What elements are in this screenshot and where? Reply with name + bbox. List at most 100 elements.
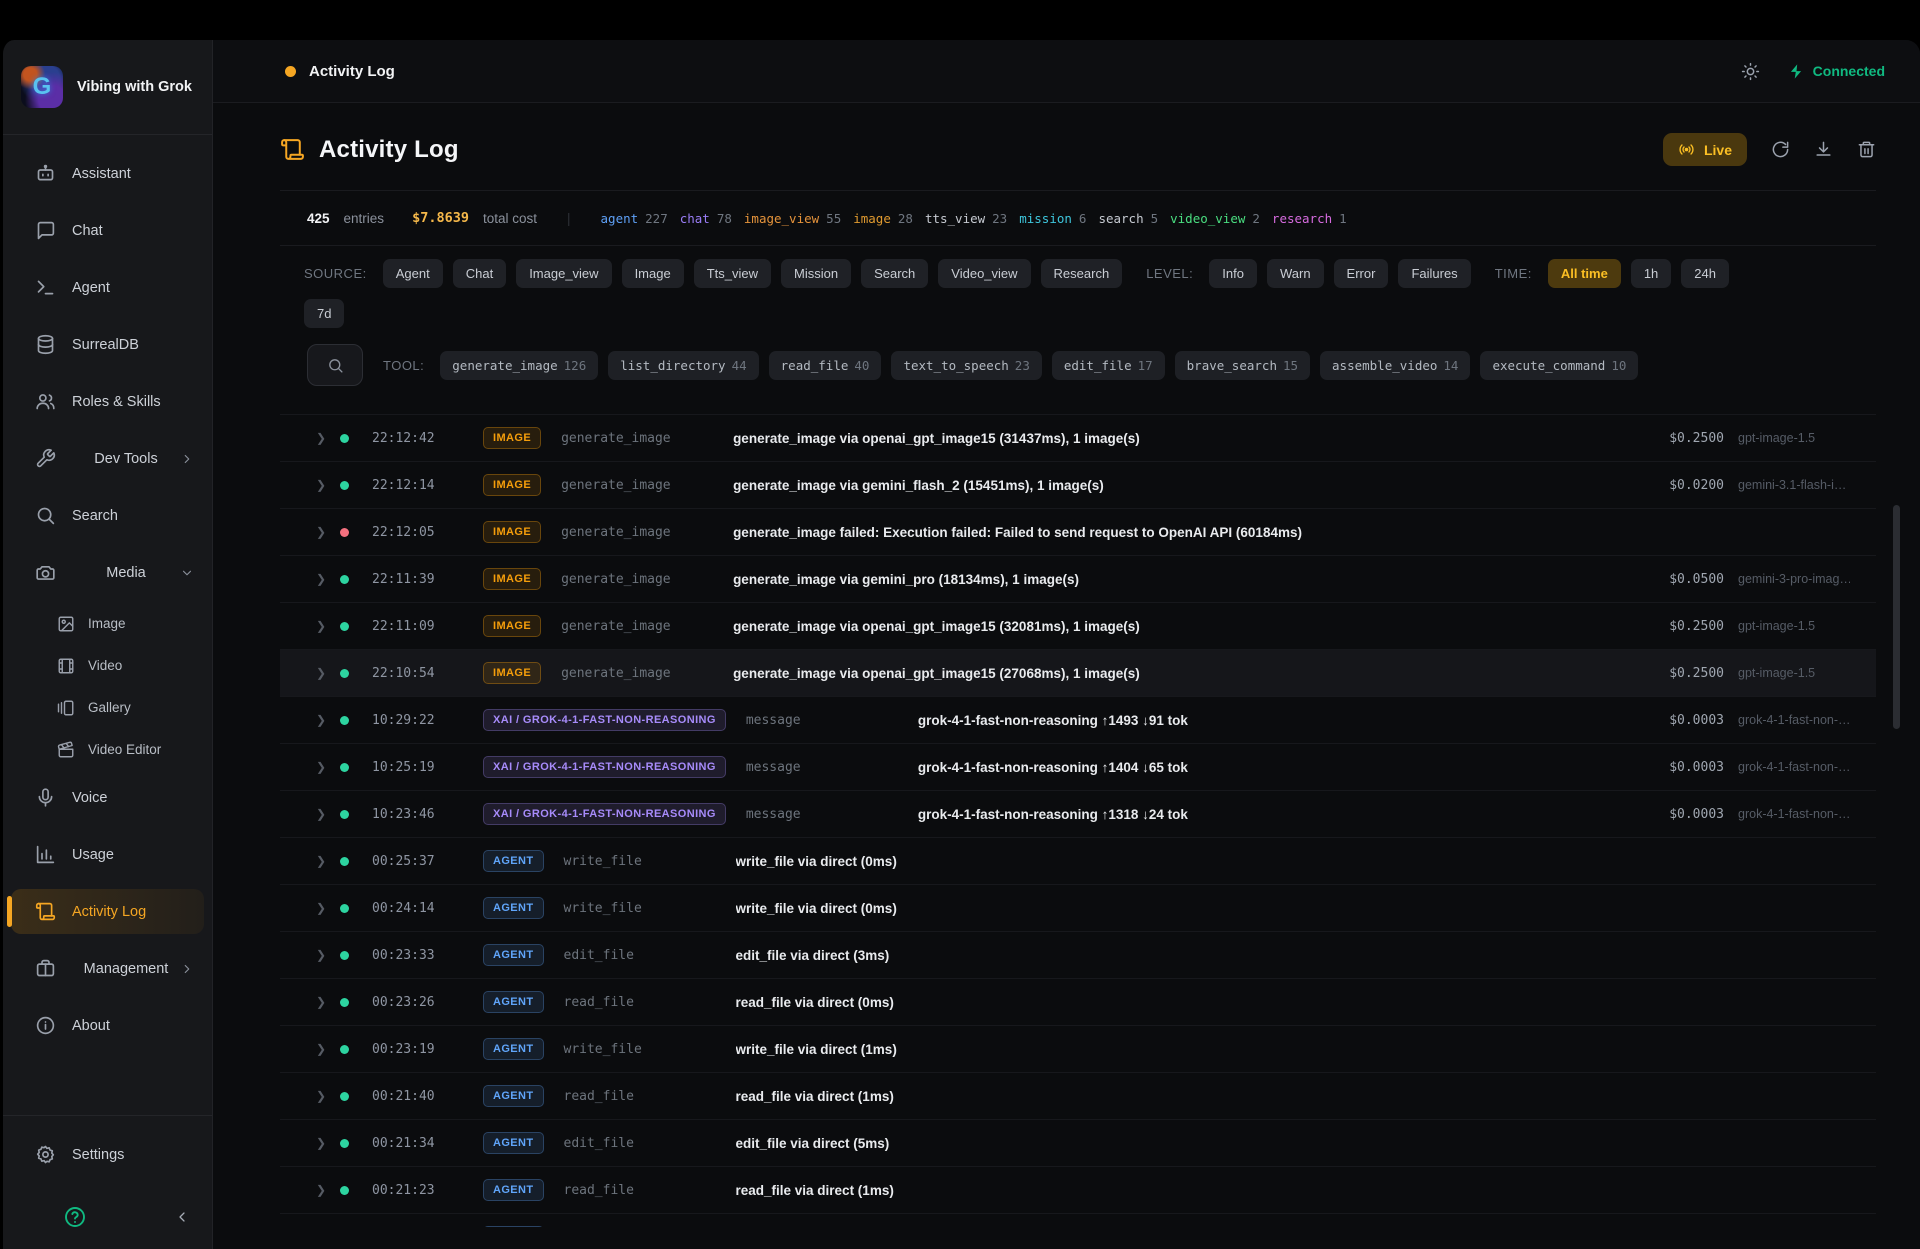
sidebar-item-activity-log[interactable]: Activity Log: [11, 889, 204, 934]
row-model: gpt-image-1.5: [1738, 431, 1850, 445]
sidebar-item-chat[interactable]: Chat: [11, 208, 204, 253]
expand-row-icon[interactable]: ❯: [316, 713, 340, 727]
time-chip-24h[interactable]: 24h: [1681, 259, 1729, 288]
table-row[interactable]: ❯00:23:33AGENTedit_fileedit_file via dir…: [280, 931, 1876, 978]
sidebar-item-settings[interactable]: Settings: [11, 1132, 204, 1177]
sidebar-item-usage[interactable]: Usage: [11, 832, 204, 877]
tool-chip-name: brave_search: [1187, 358, 1277, 373]
row-status-dot: [340, 951, 349, 960]
sidebar-item-image[interactable]: Image: [11, 607, 204, 640]
table-row[interactable]: ❯10:23:46XAI / GROK-4-1-FAST-NON-REASONI…: [280, 790, 1876, 837]
total-cost-value: $7.8639: [412, 210, 469, 226]
expand-row-icon[interactable]: ❯: [316, 1136, 340, 1150]
logo-row[interactable]: G Vibing with Grok: [3, 40, 212, 134]
time-chip-7d[interactable]: 7d: [304, 299, 344, 328]
table-row[interactable]: ❯00:21:23AGENTread_fileread_file via dir…: [280, 1166, 1876, 1213]
row-tool-name: generate_image: [561, 666, 713, 681]
expand-row-icon[interactable]: ❯: [316, 948, 340, 962]
tool-chip-edit_file[interactable]: edit_file17: [1052, 351, 1165, 380]
table-row[interactable]: ❯00:23:19AGENTwrite_filewrite_file via d…: [280, 1025, 1876, 1072]
tool-chip-generate_image[interactable]: generate_image126: [440, 351, 598, 380]
sidebar-item-assistant[interactable]: Assistant: [11, 151, 204, 196]
table-row[interactable]: ❯IMAGE: [280, 402, 1876, 414]
table-row[interactable]: ❯AGENT: [280, 1213, 1876, 1227]
sidebar-item-search[interactable]: Search: [11, 493, 204, 538]
source-chip-tts_view[interactable]: Tts_view: [694, 259, 771, 288]
source-chip-video_view[interactable]: Video_view: [938, 259, 1030, 288]
download-icon[interactable]: [1814, 140, 1833, 159]
tool-chip-execute_command[interactable]: execute_command10: [1480, 351, 1638, 380]
level-chip-error[interactable]: Error: [1334, 259, 1389, 288]
trash-icon[interactable]: [1857, 140, 1876, 159]
table-row[interactable]: ❯10:25:19XAI / GROK-4-1-FAST-NON-REASONI…: [280, 743, 1876, 790]
sidebar-item-roles-skills[interactable]: Roles & Skills: [11, 379, 204, 424]
sidebar-item-dev-tools[interactable]: Dev Tools: [11, 436, 204, 481]
expand-row-icon[interactable]: ❯: [316, 854, 340, 868]
table-row[interactable]: ❯00:24:14AGENTwrite_filewrite_file via d…: [280, 884, 1876, 931]
sidebar-item-media[interactable]: Media: [11, 550, 204, 595]
sidebar-item-management[interactable]: Management: [11, 946, 204, 991]
level-chip-info[interactable]: Info: [1209, 259, 1257, 288]
expand-row-icon[interactable]: ❯: [316, 760, 340, 774]
expand-row-icon[interactable]: ❯: [316, 619, 340, 633]
source-chip-research[interactable]: Research: [1041, 259, 1123, 288]
expand-row-icon[interactable]: ❯: [316, 901, 340, 915]
refresh-icon[interactable]: [1771, 140, 1790, 159]
table-row[interactable]: ❯00:25:37AGENTwrite_filewrite_file via d…: [280, 837, 1876, 884]
tool-chip-assemble_video[interactable]: assemble_video14: [1320, 351, 1470, 380]
source-chip-chat[interactable]: Chat: [453, 259, 506, 288]
tool-chip-text_to_speech[interactable]: text_to_speech23: [891, 351, 1041, 380]
table-row[interactable]: ❯22:11:39IMAGEgenerate_imagegenerate_ima…: [280, 555, 1876, 602]
source-chip-search[interactable]: Search: [861, 259, 928, 288]
sidebar-item-video-editor[interactable]: Video Editor: [11, 733, 204, 766]
sidebar-item-voice[interactable]: Voice: [11, 775, 204, 820]
expand-row-icon[interactable]: ❯: [316, 807, 340, 821]
expand-row-icon[interactable]: ❯: [316, 1089, 340, 1103]
expand-row-icon[interactable]: ❯: [316, 572, 340, 586]
table-row[interactable]: ❯22:12:42IMAGEgenerate_imagegenerate_ima…: [280, 414, 1876, 461]
sidebar-item-gallery[interactable]: Gallery: [11, 691, 204, 724]
table-row[interactable]: ❯10:29:22XAI / GROK-4-1-FAST-NON-REASONI…: [280, 696, 1876, 743]
row-tool-name: generate_image: [561, 619, 713, 634]
scrollbar-thumb[interactable]: [1893, 505, 1900, 729]
row-model: gpt-image-1.5: [1738, 666, 1850, 680]
level-chip-warn[interactable]: Warn: [1267, 259, 1324, 288]
row-message: generate_image via openai_gpt_image15 (3…: [733, 619, 1653, 634]
sidebar-item-about[interactable]: About: [11, 1003, 204, 1048]
source-chip-image[interactable]: Image: [622, 259, 684, 288]
row-tool-name: generate_image: [561, 525, 713, 540]
level-chip-failures[interactable]: Failures: [1398, 259, 1470, 288]
table-row[interactable]: ❯22:10:54IMAGEgenerate_imagegenerate_ima…: [280, 649, 1876, 696]
search-input[interactable]: [307, 344, 363, 386]
expand-row-icon[interactable]: ❯: [316, 666, 340, 680]
table-row[interactable]: ❯22:11:09IMAGEgenerate_imagegenerate_ima…: [280, 602, 1876, 649]
row-tool-name: generate_image: [561, 431, 713, 446]
row-status-dot: [340, 622, 349, 631]
table-row[interactable]: ❯22:12:05IMAGEgenerate_imagegenerate_ima…: [280, 508, 1876, 555]
tool-chip-list_directory[interactable]: list_directory44: [608, 351, 758, 380]
table-row[interactable]: ❯22:12:14IMAGEgenerate_imagegenerate_ima…: [280, 461, 1876, 508]
source-chip-image_view[interactable]: Image_view: [516, 259, 611, 288]
table-row[interactable]: ❯00:21:40AGENTread_fileread_file via dir…: [280, 1072, 1876, 1119]
table-row[interactable]: ❯00:21:34AGENTedit_fileedit_file via dir…: [280, 1119, 1876, 1166]
time-chip-all-time[interactable]: All time: [1548, 259, 1621, 288]
sidebar-item-agent[interactable]: Agent: [11, 265, 204, 310]
collapse-sidebar-icon[interactable]: [174, 1209, 190, 1225]
tool-chip-brave_search[interactable]: brave_search15: [1175, 351, 1310, 380]
expand-row-icon[interactable]: ❯: [316, 478, 340, 492]
expand-row-icon[interactable]: ❯: [316, 525, 340, 539]
help-circle-icon[interactable]: [63, 1205, 87, 1229]
expand-row-icon[interactable]: ❯: [316, 1042, 340, 1056]
theme-toggle-sun-icon[interactable]: [1741, 62, 1760, 81]
expand-row-icon[interactable]: ❯: [316, 995, 340, 1009]
source-chip-agent[interactable]: Agent: [383, 259, 443, 288]
live-toggle-button[interactable]: Live: [1663, 133, 1747, 166]
expand-row-icon[interactable]: ❯: [316, 431, 340, 445]
table-row[interactable]: ❯00:23:26AGENTread_fileread_file via dir…: [280, 978, 1876, 1025]
time-chip-1h[interactable]: 1h: [1631, 259, 1671, 288]
tool-chip-read_file[interactable]: read_file40: [769, 351, 882, 380]
sidebar-item-surrealdb[interactable]: SurrealDB: [11, 322, 204, 367]
sidebar-item-video[interactable]: Video: [11, 649, 204, 682]
expand-row-icon[interactable]: ❯: [316, 1183, 340, 1197]
source-chip-mission[interactable]: Mission: [781, 259, 851, 288]
